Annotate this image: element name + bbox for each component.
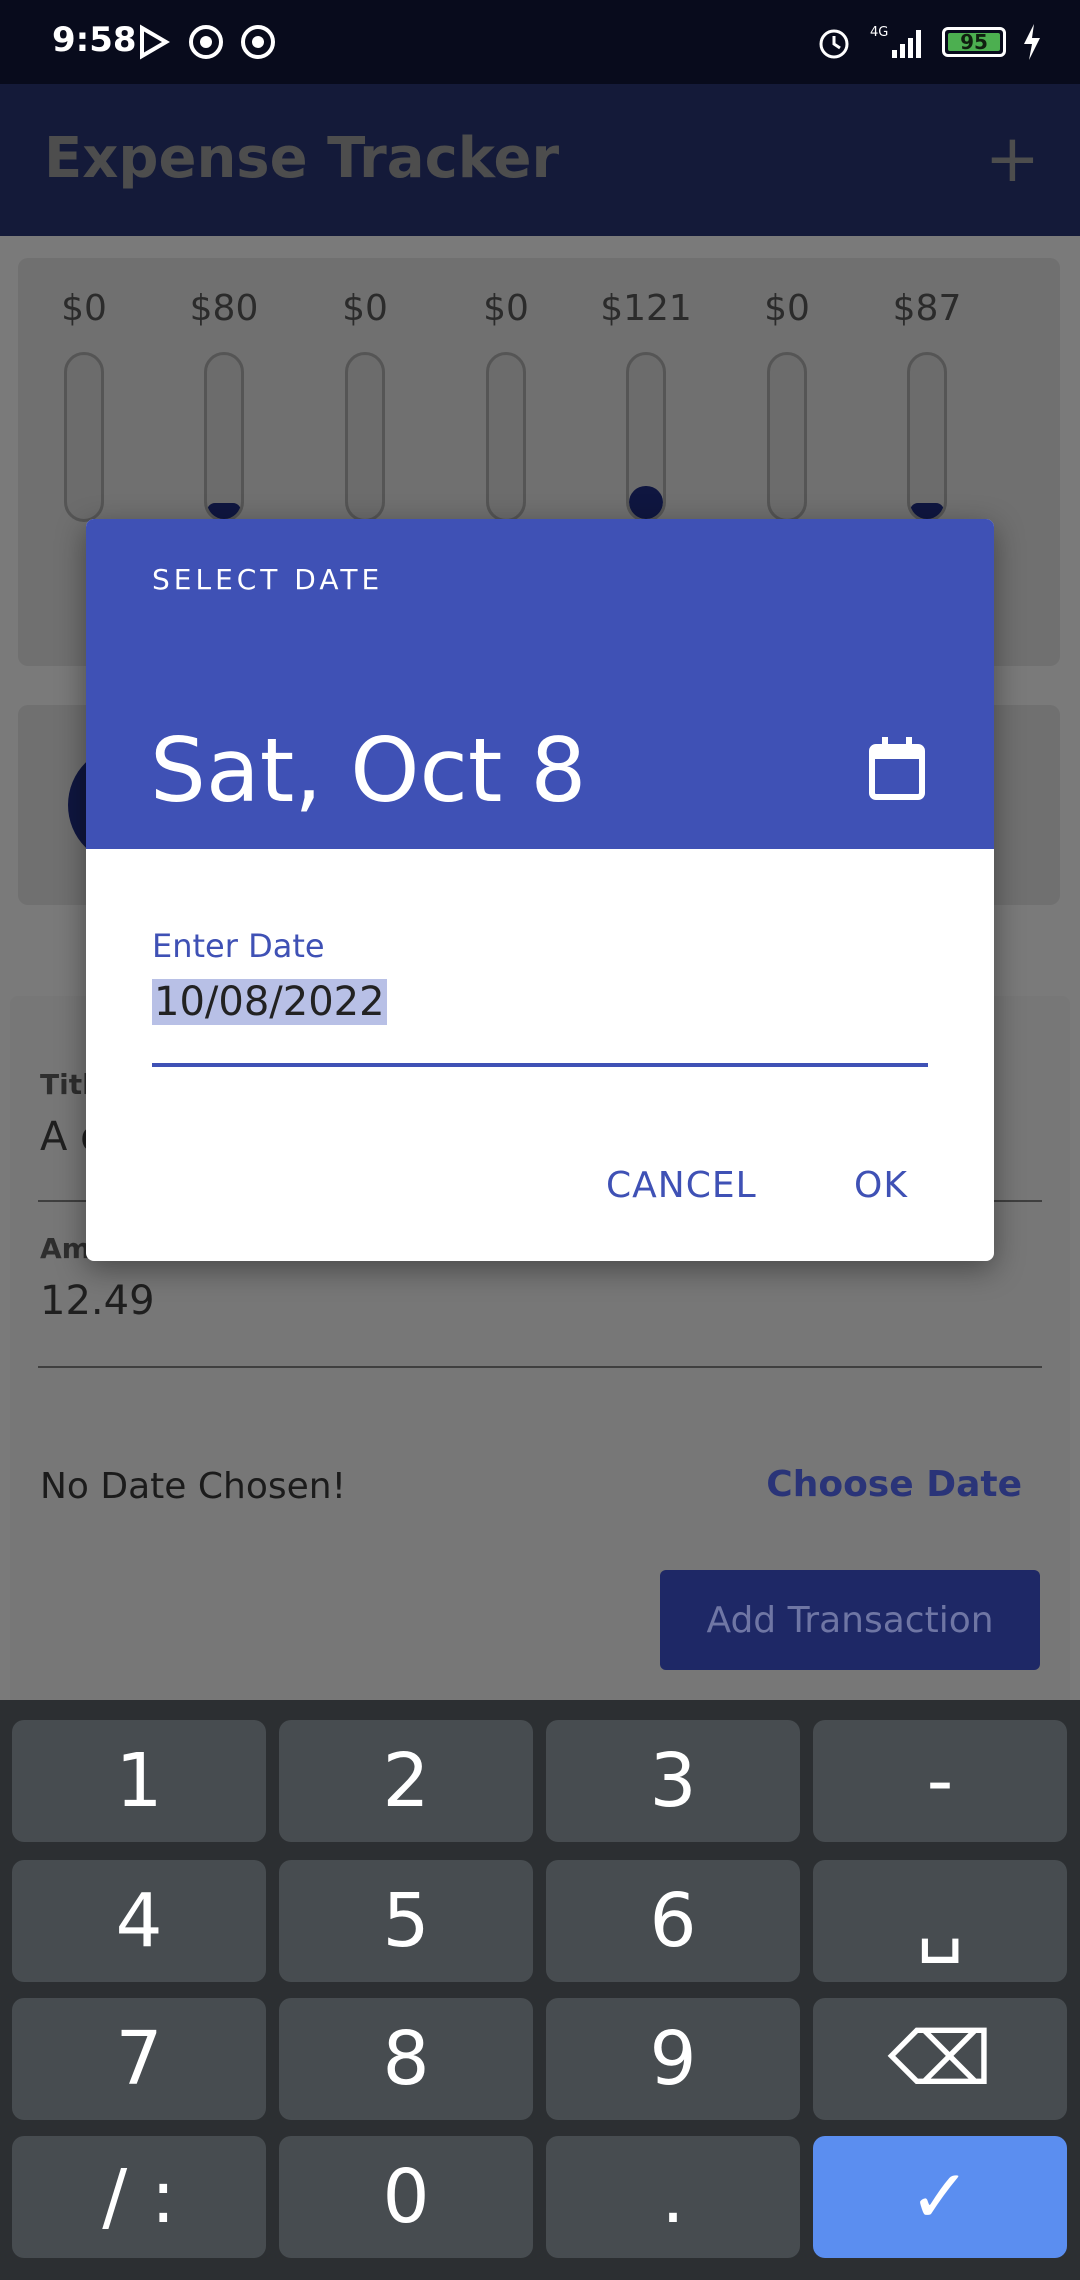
- key-backspace[interactable]: ⌫: [813, 1998, 1067, 2120]
- date-input-underline: [152, 1063, 928, 1067]
- battery-level: 95: [960, 30, 988, 54]
- bar-amount-label: $0: [483, 288, 529, 329]
- ok-button[interactable]: OK: [854, 1165, 908, 1206]
- enter-date-label: Enter Date: [152, 927, 325, 965]
- svg-text:4G: 4G: [870, 25, 888, 40]
- key-3[interactable]: 3: [546, 1720, 800, 1842]
- charging-icon: [1024, 24, 1040, 60]
- battery-icon: 95: [942, 27, 1006, 57]
- amount-field[interactable]: 12.49: [40, 1278, 155, 1324]
- key-minus[interactable]: -: [813, 1720, 1067, 1842]
- bar-amount-label: $0: [61, 288, 107, 329]
- app-icon: [189, 25, 223, 59]
- chart-bar: $0: [34, 288, 134, 522]
- chart-bar: $0: [315, 288, 415, 522]
- chart-bar: $87: [877, 288, 977, 522]
- chart-bar: $80: [174, 288, 274, 522]
- signal-4g-icon: 4G: [870, 25, 921, 58]
- bar-fill: [629, 486, 663, 519]
- key-9[interactable]: 9: [546, 1998, 800, 2120]
- cancel-button[interactable]: CANCEL: [606, 1165, 757, 1206]
- key-5[interactable]: 5: [279, 1860, 533, 1982]
- key-7[interactable]: 7: [12, 1998, 266, 2120]
- key-0[interactable]: 0: [279, 2136, 533, 2258]
- app-title: Expense Tracker: [44, 126, 560, 191]
- bar-amount-label: $0: [764, 288, 810, 329]
- alarm-icon: [819, 29, 849, 59]
- play-store-icon: [140, 24, 170, 60]
- chart-bar: $0: [456, 288, 556, 522]
- app-icon: [241, 25, 275, 59]
- bar-amount-label: $121: [600, 288, 692, 329]
- add-transaction-button[interactable]: Add Transaction: [660, 1570, 1040, 1670]
- bar-amount-label: $80: [189, 288, 259, 329]
- bar-fill: [207, 502, 241, 519]
- key-2[interactable]: 2: [279, 1720, 533, 1842]
- status-bar: 9:58 4G 95: [0, 0, 1080, 84]
- selected-date-headline: Sat, Oct 8: [150, 719, 587, 822]
- key-4[interactable]: 4: [12, 1860, 266, 1982]
- calendar-icon[interactable]: [868, 737, 926, 801]
- key-enter[interactable]: ✓: [813, 2136, 1067, 2258]
- bar-track: [907, 352, 947, 522]
- status-right-icons: 4G 95: [814, 22, 1044, 62]
- no-date-text: No Date Chosen!: [40, 1466, 347, 1507]
- dialog-header: SELECT DATE Sat, Oct 8: [86, 519, 994, 849]
- numeric-keyboard: 1 2 3- 4 5 6 ␣ 7 8 9 ⌫ / :0. ✓: [0, 1700, 1080, 2280]
- bar-track: [486, 352, 526, 522]
- add-icon[interactable]: +: [985, 126, 1040, 192]
- bar-track: [204, 352, 244, 522]
- date-input-field[interactable]: 10/08/2022: [152, 979, 387, 1025]
- status-left-icons: [134, 22, 278, 62]
- bar-amount-label: $0: [342, 288, 388, 329]
- key-8[interactable]: 8: [279, 1998, 533, 2120]
- key-slash-colon[interactable]: / :: [12, 2136, 266, 2258]
- chart-bar: $121: [596, 288, 696, 522]
- bar-fill: [910, 502, 944, 519]
- key-space[interactable]: ␣: [813, 1860, 1067, 1982]
- status-time: 9:58: [52, 20, 137, 60]
- key-period[interactable]: .: [546, 2136, 800, 2258]
- bar-amount-label: $87: [892, 288, 962, 329]
- dialog-overline: SELECT DATE: [152, 563, 384, 596]
- bar-track: [626, 352, 666, 522]
- bar-track: [767, 352, 807, 522]
- key-1[interactable]: 1: [12, 1720, 266, 1842]
- choose-date-button[interactable]: Choose Date: [766, 1464, 1022, 1505]
- app-bar: Expense Tracker +: [0, 84, 1080, 236]
- date-picker-dialog: SELECT DATE Sat, Oct 8 Enter Date 10/08/…: [86, 519, 994, 1261]
- amount-underline: [38, 1366, 1042, 1368]
- bar-track: [345, 352, 385, 522]
- key-6[interactable]: 6: [546, 1860, 800, 1982]
- chart-bar: $0: [737, 288, 837, 522]
- bar-track: [64, 352, 104, 522]
